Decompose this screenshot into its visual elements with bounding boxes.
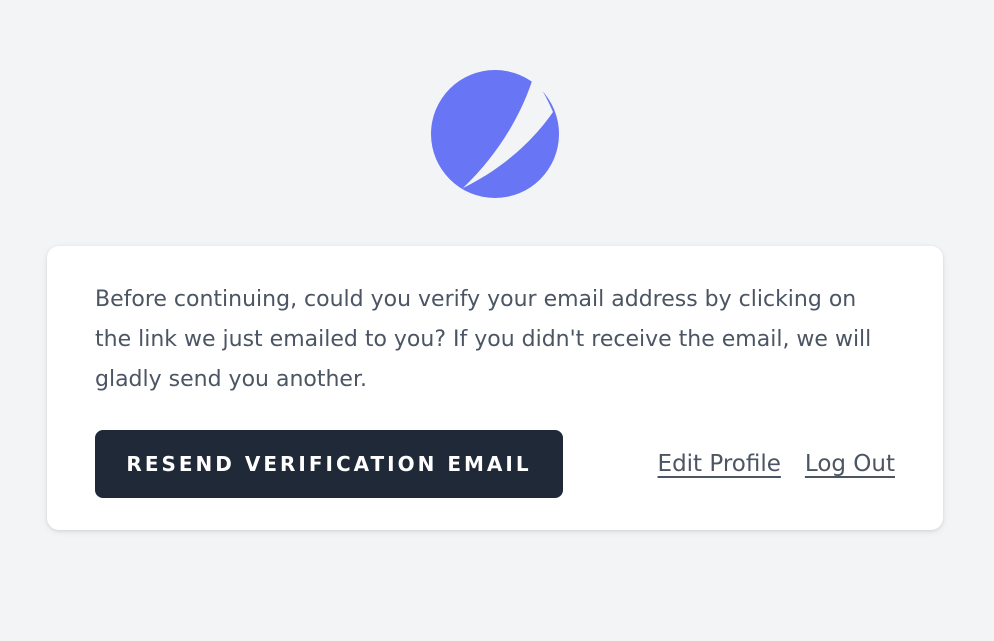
log-out-link[interactable]: Log Out <box>805 447 895 481</box>
edit-profile-link[interactable]: Edit Profile <box>658 447 781 481</box>
app-logo <box>431 70 559 198</box>
logo-icon <box>431 70 559 198</box>
verification-actions: RESEND VERIFICATION EMAIL Edit Profile L… <box>95 430 895 498</box>
verification-card: Before continuing, could you verify your… <box>47 246 943 530</box>
resend-verification-email-button[interactable]: RESEND VERIFICATION EMAIL <box>95 430 563 498</box>
account-links: Edit Profile Log Out <box>658 447 895 481</box>
verification-message: Before continuing, could you verify your… <box>95 287 872 392</box>
